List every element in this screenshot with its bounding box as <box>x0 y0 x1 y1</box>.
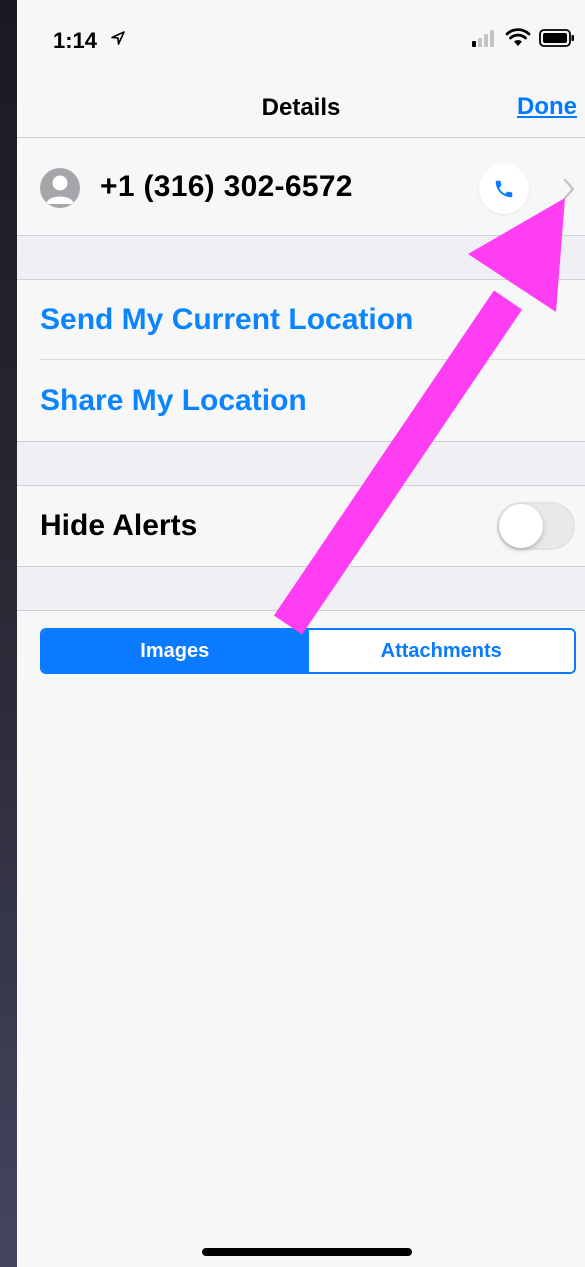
send-current-location-label: Send My Current Location <box>40 303 414 336</box>
done-button[interactable]: Done <box>517 93 577 121</box>
page-title: Details <box>261 94 341 121</box>
home-indicator[interactable] <box>202 1248 412 1256</box>
tab-images[interactable]: Images <box>42 630 308 672</box>
hide-alerts-label: Hide Alerts <box>40 509 198 542</box>
share-location-label: Share My Location <box>40 384 307 417</box>
avatar-icon <box>40 168 80 208</box>
hide-alerts-toggle[interactable] <box>497 502 575 550</box>
section-spacer <box>17 441 585 486</box>
contact-row[interactable]: +1 (316) 302-6572 <box>17 138 585 236</box>
wifi-icon <box>505 28 531 46</box>
chevron-right-icon[interactable] <box>563 178 575 200</box>
status-icons <box>471 28 575 48</box>
status-time: 1:14 <box>53 28 98 53</box>
phone-icon <box>495 180 513 198</box>
call-button[interactable] <box>479 164 529 214</box>
hide-alerts-cell: Hide Alerts <box>17 486 585 566</box>
toggle-knob <box>499 504 543 548</box>
battery-icon <box>539 29 574 47</box>
location-arrow-icon <box>111 31 125 45</box>
media-segmented-control: Images Attachments <box>40 628 576 674</box>
section-spacer <box>17 236 585 280</box>
status-bar: 1:14 <box>17 0 585 80</box>
phone-screen: 1:14 Details Done +1 (316) 302-6572 Send… <box>17 0 585 1267</box>
navigation-bar: Details Done <box>17 80 585 138</box>
tab-attachments[interactable]: Attachments <box>307 630 574 672</box>
section-spacer <box>17 566 585 611</box>
contact-phone-number: +1 (316) 302-6572 <box>100 170 353 203</box>
send-current-location-cell[interactable]: Send My Current Location <box>17 280 585 360</box>
share-location-cell[interactable]: Share My Location <box>17 360 585 441</box>
signal-icon <box>472 30 494 47</box>
